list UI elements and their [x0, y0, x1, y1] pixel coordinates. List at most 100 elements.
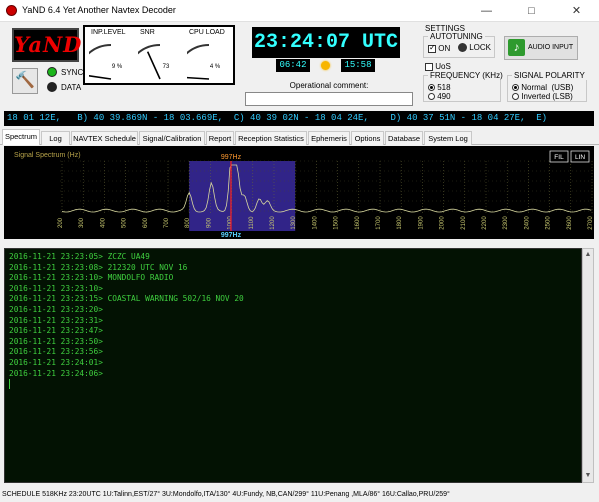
tick-label: 2400 — [524, 216, 530, 230]
tick-label: 1600 — [355, 216, 361, 230]
data-label: DATA — [61, 83, 82, 92]
marker-label-top: 997Hz — [221, 154, 242, 161]
gauge-dial-icon — [89, 44, 112, 80]
tick-label: 2200 — [482, 216, 488, 230]
sunrise-time: 06:42 — [276, 59, 310, 72]
radio-icon[interactable] — [512, 93, 519, 101]
tick-label: 2300 — [503, 216, 509, 230]
log-line: 2016-11-21 23:23:05> ZCZC UA49 — [9, 252, 150, 261]
log-line: 2016-11-21 23:23:50> — [9, 336, 103, 346]
tick-label: 1700 — [376, 216, 382, 230]
sunset-time: 15:58 — [341, 59, 375, 72]
uos-label: UoS — [435, 62, 451, 71]
scroll-down-icon[interactable]: ▼ — [583, 470, 593, 482]
tab-reception-statistics[interactable]: Reception Statistics — [235, 131, 307, 145]
log-line: 2016-11-21 23:24:06> — [9, 368, 103, 378]
close-button[interactable]: ✕ — [554, 0, 599, 22]
polarity-option-inverted[interactable]: Inverted (LSB) — [512, 92, 573, 101]
autotuning-on-label: ON — [438, 44, 451, 53]
tick-label: 2000 — [440, 216, 446, 230]
frequency-option-label: 490 — [437, 92, 451, 101]
vertical-scrollbar[interactable]: ▲ ▼ — [582, 248, 594, 483]
sync-indicator-icon — [47, 67, 57, 77]
title-bar: YaND 6.4 Yet Another Navtex Decoder — □ … — [0, 0, 599, 22]
scroll-up-icon[interactable]: ▲ — [583, 249, 593, 261]
frequency-option-label: 518 — [437, 83, 451, 92]
tab-bar: Spectrum Log NAVTEX Schedule Signal/Calibra… — [0, 129, 599, 145]
frequency-option-518[interactable]: 518 — [428, 83, 451, 92]
tab-signal-calibration[interactable]: Signal/Calibration — [139, 131, 205, 145]
audio-input-button[interactable]: ♪ AUDIO INPUT — [504, 36, 578, 60]
tab-spectrum[interactable]: Spectrum — [2, 129, 40, 145]
signal-spectrum[interactable]: 2003004005006007008009001000110012001300… — [4, 146, 594, 239]
tick-label: 700 — [164, 217, 170, 228]
tick-label: 1400 — [312, 216, 318, 230]
microphone-icon: ♪ — [508, 39, 525, 56]
gauge-input-level: INP.LEVEL 9 % — [87, 29, 135, 83]
frequency-group: FREQUENCY (KHz) 518 490 — [423, 71, 505, 102]
tick-label: 300 — [79, 217, 85, 228]
radio-icon[interactable] — [428, 93, 435, 101]
decoded-text-area[interactable]: 2016-11-21 23:23:05> ZCZC UA49 2016-11-21… — [4, 248, 582, 483]
tab-options[interactable]: Options — [351, 131, 384, 145]
radio-icon[interactable] — [428, 84, 435, 92]
radio-icon[interactable] — [512, 84, 519, 92]
gauge-value: 4 % — [209, 64, 221, 70]
app-logo: YaND — [12, 28, 81, 62]
gauge-needle — [89, 75, 112, 80]
minimize-button[interactable]: — — [464, 0, 509, 22]
gauge-cpu-load: CPU LOAD 4 % — [185, 29, 233, 83]
gauge-arc — [89, 44, 112, 55]
tick-label: 800 — [185, 217, 191, 228]
tab-report[interactable]: Report — [206, 131, 234, 145]
tick-label: 1500 — [334, 216, 340, 230]
uos-checkbox[interactable] — [425, 62, 433, 71]
lock-label: LOCK — [469, 43, 492, 52]
lin-button-label: LIN — [575, 154, 585, 161]
uos-toggle[interactable]: UoS — [425, 62, 451, 71]
gauge-dial-icon — [187, 44, 210, 80]
utc-clock: 23:24:07 UTC — [252, 27, 400, 58]
log-line: 2016-11-21 23:23:08> 212320 UTC NOV 16 — [9, 262, 188, 272]
tab-navtex-schedule[interactable]: NAVTEX Schedule — [71, 131, 138, 145]
autotuning-title: AUTOTUNING — [428, 32, 485, 41]
autotuning-on-toggle[interactable]: ON — [428, 43, 451, 53]
polarity-option-label: Normal (USB) — [521, 83, 574, 92]
gauge-snr: SNR 73 — [136, 29, 184, 83]
tab-system-log[interactable]: System Log — [424, 131, 472, 145]
status-bar: SCHEDULE 518KHz 23:20UTC 1U:Talinn,EST/2… — [2, 491, 450, 498]
polarity-group: SIGNAL POLARITY Normal (USB) Inverted (L… — [507, 71, 587, 102]
autotuning-group: AUTOTUNING ON LOCK — [423, 32, 495, 58]
tab-database[interactable]: Database — [385, 131, 423, 145]
polarity-option-normal[interactable]: Normal (USB) — [512, 83, 573, 92]
tick-label: 400 — [100, 217, 106, 228]
frequency-option-490[interactable]: 490 — [428, 92, 451, 101]
tick-label: 1900 — [418, 216, 424, 230]
tab-log[interactable]: Log — [41, 131, 70, 145]
gauge-arc — [187, 44, 210, 55]
tick-label: 500 — [122, 217, 128, 228]
autotuning-on-checkbox[interactable] — [428, 43, 436, 53]
gauge-value: 73 — [162, 64, 170, 70]
log-line: 2016-11-21 23:23:10> — [9, 283, 103, 293]
gauge-needle — [187, 76, 210, 80]
window-title: YaND 6.4 Yet Another Navtex Decoder — [22, 5, 176, 15]
spectrum-trace — [61, 164, 592, 213]
gauge-label: INP.LEVEL — [91, 29, 126, 36]
tick-label: 2600 — [567, 216, 573, 230]
tools-icon[interactable]: 🔨 — [12, 68, 38, 94]
tick-label: 200 — [58, 217, 64, 228]
polarity-title: SIGNAL POLARITY — [512, 71, 587, 80]
maximize-button[interactable]: □ — [509, 0, 554, 22]
lock-icon — [458, 43, 467, 53]
operational-comment-field[interactable] — [245, 92, 413, 106]
gauge-dial-icon — [138, 44, 161, 80]
log-line: 2016-11-21 23:24:01> — [9, 357, 103, 367]
lock-toggle[interactable]: LOCK — [458, 43, 492, 53]
tick-label: 1100 — [249, 216, 255, 230]
tab-ephemeris[interactable]: Ephemeris — [308, 131, 350, 145]
spectrum-label: Signal Spectrum (Hz) — [14, 152, 81, 159]
gauge-label: SNR — [140, 29, 155, 36]
log-line: 2016-11-21 23:23:20> — [9, 304, 103, 314]
operational-comment-label: Operational comment: — [289, 81, 369, 90]
